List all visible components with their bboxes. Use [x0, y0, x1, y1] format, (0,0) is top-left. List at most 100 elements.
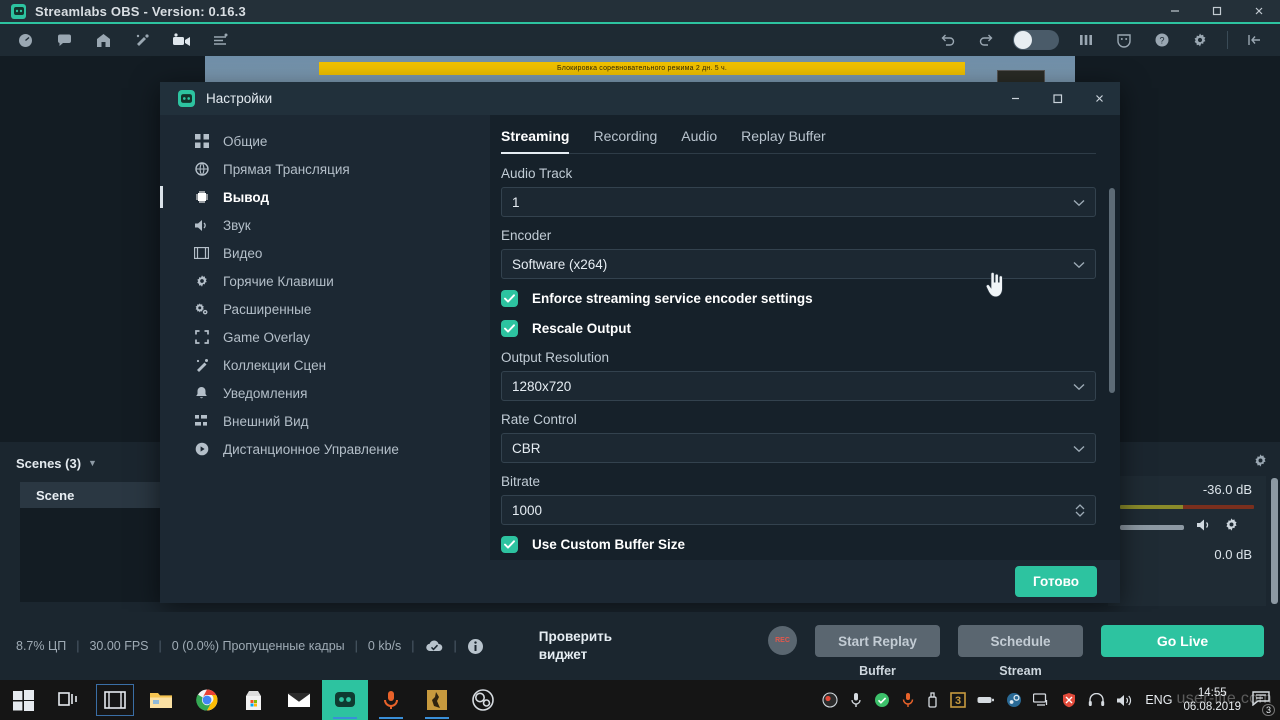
antivirus-tray-icon[interactable]: [874, 692, 890, 708]
tab-replay-buffer[interactable]: Replay Buffer: [741, 128, 826, 153]
settings-gear-icon[interactable]: [1189, 29, 1211, 51]
use-custom-buffer-size-row[interactable]: Use Custom Buffer Size: [501, 536, 1096, 553]
done-button[interactable]: Готово: [1015, 566, 1097, 597]
csgo-icon[interactable]: [414, 680, 460, 720]
dialog-content: Streaming Recording Audio Replay Buffer …: [490, 115, 1120, 560]
sidebar-item-video[interactable]: Видео: [160, 239, 490, 267]
sidebar-item-general[interactable]: Общие: [160, 127, 490, 155]
enforce-encoder-settings-row[interactable]: Enforce streaming service encoder settin…: [501, 290, 1096, 307]
shield-tray-icon[interactable]: [1061, 692, 1077, 708]
go-live-button[interactable]: Go Live: [1101, 625, 1264, 657]
minimize-icon[interactable]: [1154, 0, 1196, 22]
video-editor-icon[interactable]: [92, 680, 138, 720]
maximize-icon[interactable]: [1036, 82, 1078, 115]
settings-dialog: Настройки Общие Прямая Трансляция Вывод …: [160, 82, 1120, 603]
close-icon[interactable]: [1078, 82, 1120, 115]
help-icon[interactable]: ?: [1151, 29, 1173, 51]
cloud-check-icon[interactable]: [425, 639, 444, 654]
headset-tray-icon[interactable]: [1088, 693, 1105, 707]
chevron-down-icon[interactable]: ▼: [88, 458, 97, 468]
sidebar-item-scene-collections[interactable]: Коллекции Сцен: [160, 351, 490, 379]
obs-tray-icon[interactable]: [822, 692, 838, 708]
mail-icon[interactable]: [276, 680, 322, 720]
network-tray-icon[interactable]: [1033, 693, 1050, 707]
mixer-controls: [1108, 509, 1266, 537]
task-view-icon[interactable]: [46, 680, 92, 720]
file-explorer-icon[interactable]: [138, 680, 184, 720]
chat-icon[interactable]: [53, 29, 75, 51]
output-resolution-select[interactable]: 1280x720: [501, 371, 1096, 401]
sidebar-item-advanced[interactable]: Расширенные: [160, 295, 490, 323]
info-icon[interactable]: [467, 638, 484, 655]
3-badge-tray-icon[interactable]: 3: [950, 692, 967, 708]
volume-tray-icon[interactable]: [1116, 693, 1134, 708]
themes-icon[interactable]: [131, 29, 153, 51]
start-replay-button[interactable]: Start Replay: [815, 625, 940, 657]
editor-icon[interactable]: [209, 29, 231, 51]
sidebar-item-remote-control[interactable]: Дистанционное Управление: [160, 435, 490, 463]
schedule-button[interactable]: Schedule: [958, 625, 1083, 657]
collapse-panel-icon[interactable]: [1244, 29, 1266, 51]
battery-tray-icon[interactable]: [977, 694, 995, 706]
encoder-select[interactable]: Software (x264): [501, 249, 1096, 279]
fullscreen-icon: [193, 330, 210, 344]
play-circle-icon: [193, 442, 210, 456]
gear-icon[interactable]: [1224, 517, 1239, 537]
output-resolution-value: 1280x720: [512, 378, 572, 394]
mixer-scrollbar[interactable]: [1271, 478, 1278, 604]
language-indicator[interactable]: ENG: [1145, 693, 1172, 707]
check-icon[interactable]: [501, 290, 518, 307]
check-icon[interactable]: [501, 320, 518, 337]
sidebar-item-output[interactable]: Вывод: [160, 183, 490, 211]
mixer-icon[interactable]: [1075, 29, 1097, 51]
grid-icon: [193, 134, 210, 148]
spinner-arrows-icon[interactable]: [1075, 503, 1085, 517]
redo-icon[interactable]: [975, 29, 997, 51]
sidebar-item-appearance[interactable]: Внешний Вид: [160, 407, 490, 435]
tab-streaming[interactable]: Streaming: [501, 128, 570, 154]
audacity-tray-icon[interactable]: [901, 692, 915, 708]
night-mode-toggle[interactable]: [1013, 30, 1059, 50]
record-button[interactable]: REC: [768, 626, 797, 655]
masks-icon[interactable]: [1113, 29, 1135, 51]
obs-studio-icon[interactable]: [460, 680, 506, 720]
content-scrollbar[interactable]: [1109, 188, 1115, 393]
check-icon[interactable]: [501, 536, 518, 553]
check-widget-label[interactable]: Проверить виджет: [539, 628, 612, 664]
audio-track-select[interactable]: 1: [501, 187, 1096, 217]
close-icon[interactable]: [1238, 0, 1280, 22]
sidebar-item-stream[interactable]: Прямая Трансляция: [160, 155, 490, 183]
chrome-icon[interactable]: [184, 680, 230, 720]
speaker-icon: [193, 219, 210, 232]
bitrate-stepper[interactable]: 1000: [501, 495, 1096, 525]
steam-tray-icon[interactable]: [1006, 692, 1022, 708]
sidebar-item-label: Горячие Клавиши: [223, 273, 334, 289]
streamlabs-obs-icon[interactable]: [322, 680, 368, 720]
dashboard-icon[interactable]: [14, 29, 36, 51]
cooldown-banner-text: Блокировка соревновательного режима 2 дн…: [557, 65, 727, 72]
sidebar-item-audio[interactable]: Звук: [160, 211, 490, 239]
audacity-icon[interactable]: [368, 680, 414, 720]
gear-icon[interactable]: [1253, 453, 1268, 473]
maximize-icon[interactable]: [1196, 0, 1238, 22]
rescale-output-row[interactable]: Rescale Output: [501, 320, 1096, 337]
store-icon[interactable]: [92, 29, 114, 51]
microsoft-store-icon[interactable]: [230, 680, 276, 720]
volume-slider[interactable]: [1120, 524, 1184, 530]
usb-tray-icon[interactable]: [926, 692, 939, 708]
dialog-footer: Готово: [160, 560, 1120, 603]
speaker-icon[interactable]: [1196, 518, 1212, 537]
microphone-tray-icon[interactable]: [849, 692, 863, 708]
minimize-icon[interactable]: [994, 82, 1036, 115]
undo-icon[interactable]: [937, 29, 959, 51]
tab-audio[interactable]: Audio: [681, 128, 717, 153]
sidebar-item-game-overlay[interactable]: Game Overlay: [160, 323, 490, 351]
sidebar-item-notifications[interactable]: Уведомления: [160, 379, 490, 407]
rate-control-select[interactable]: CBR: [501, 433, 1096, 463]
tab-recording[interactable]: Recording: [593, 128, 657, 153]
sidebar-item-label: Коллекции Сцен: [223, 357, 327, 373]
status-bar: 8.7% ЦП | 30.00 FPS | 0 (0.0%) Пропущенн…: [0, 612, 1280, 680]
windows-start-icon[interactable]: [0, 680, 46, 720]
sidebar-item-hotkeys[interactable]: Горячие Клавиши: [160, 267, 490, 295]
camera-icon[interactable]: [170, 29, 192, 51]
